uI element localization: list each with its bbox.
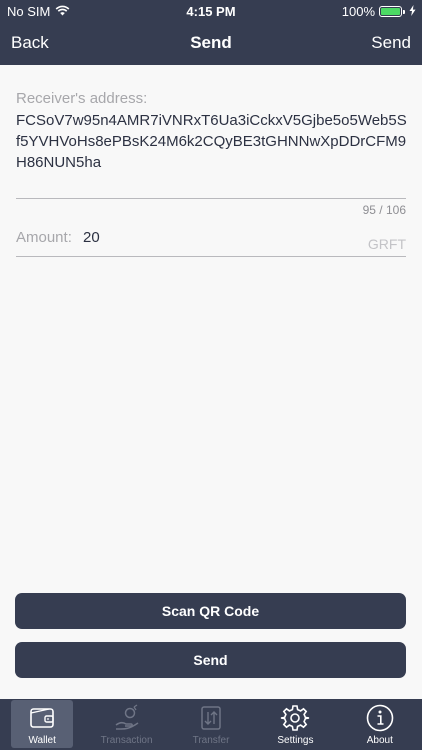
info-icon bbox=[365, 703, 395, 733]
tab-wallet[interactable]: Wallet bbox=[0, 699, 84, 750]
tab-wallet-label: Wallet bbox=[28, 735, 56, 746]
amount-label: Amount: bbox=[16, 229, 72, 246]
tab-bar: Wallet Transaction Transfer Settings Abo… bbox=[0, 699, 422, 750]
battery-tip bbox=[403, 9, 405, 14]
nav-send-button[interactable]: Send bbox=[371, 33, 411, 53]
wallet-icon bbox=[27, 703, 57, 733]
battery-percent: 100% bbox=[341, 4, 375, 19]
page-title: Send bbox=[190, 33, 232, 52]
address-char-counter: 95 / 106 bbox=[362, 203, 406, 217]
tab-settings-label: Settings bbox=[277, 735, 314, 746]
amount-input[interactable]: 20 bbox=[83, 229, 100, 246]
send-button[interactable]: Send bbox=[15, 642, 406, 678]
address-input[interactable]: FCSoV7w95n4AMR7iVNRxT6Ua3iCckxV5Gjbe5o5W… bbox=[16, 110, 408, 173]
tab-about-label: About bbox=[366, 735, 393, 746]
status-bar: No SIM 4:15 PM 100% bbox=[0, 0, 422, 22]
tab-transaction-label: Transaction bbox=[100, 735, 153, 746]
tab-settings[interactable]: Settings bbox=[253, 699, 337, 750]
transfer-icon bbox=[196, 703, 226, 733]
status-right: 100% bbox=[342, 4, 416, 19]
transaction-icon bbox=[112, 703, 142, 733]
nav-bar: Back Send Send bbox=[0, 22, 422, 65]
tab-transfer[interactable]: Transfer bbox=[169, 699, 253, 750]
tab-about[interactable]: About bbox=[338, 699, 422, 750]
battery-fill bbox=[381, 8, 400, 15]
tab-transaction[interactable]: Transaction bbox=[84, 699, 168, 750]
amount-underline bbox=[16, 256, 406, 257]
amount-unit: GRFT bbox=[367, 236, 406, 252]
charging-icon bbox=[409, 4, 416, 19]
scan-qr-button[interactable]: Scan QR Code bbox=[15, 593, 406, 629]
battery-icon bbox=[379, 6, 402, 17]
address-label: Receiver's address: bbox=[16, 90, 148, 107]
tab-transfer-label: Transfer bbox=[192, 735, 230, 746]
address-underline bbox=[16, 198, 406, 199]
gear-icon bbox=[280, 703, 310, 733]
